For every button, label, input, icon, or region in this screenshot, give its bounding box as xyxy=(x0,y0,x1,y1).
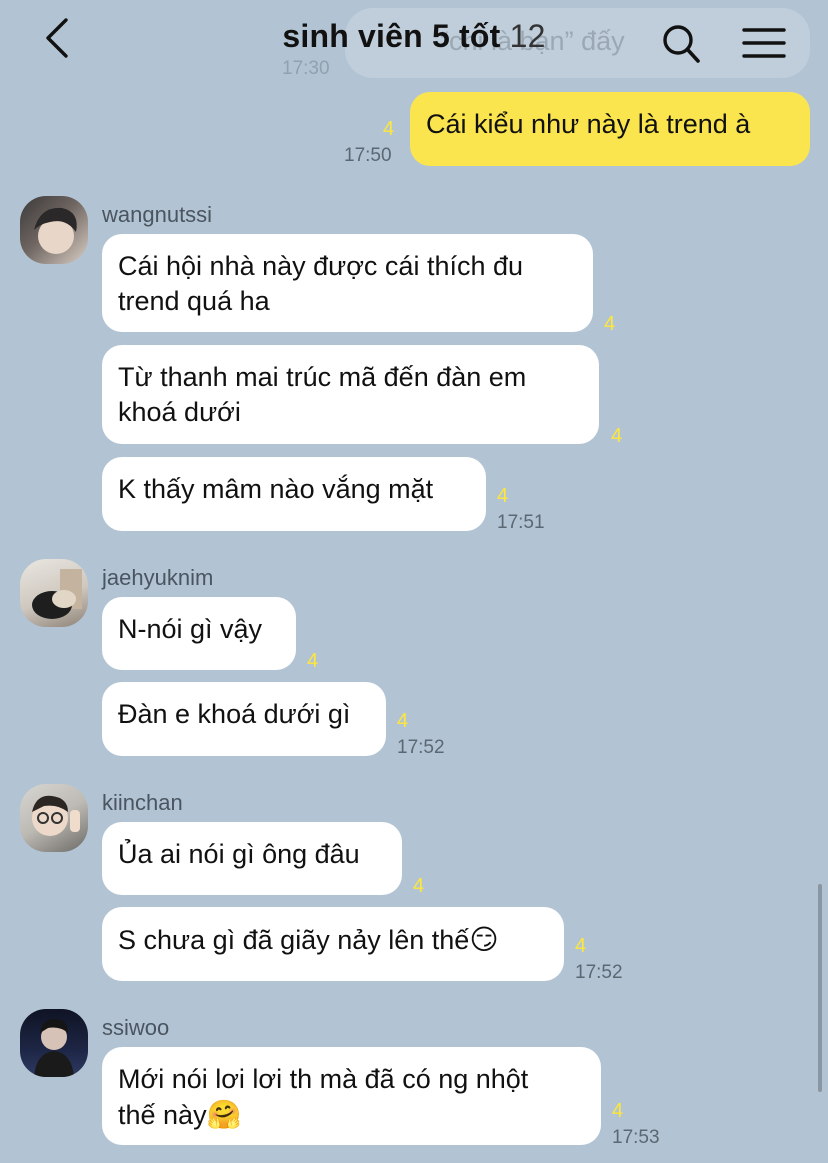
message-line: Mới nói lơi lơi th mà đã có ng nhột xyxy=(118,1064,529,1094)
message-text: Đàn e khoá dưới gì xyxy=(118,699,351,729)
message-bubble[interactable]: Đàn e khoá dưới gì xyxy=(102,682,386,756)
smirk-emoji: 😏 xyxy=(469,924,499,955)
message-bubble[interactable]: Từ thanh mai trúc mã đến đàn em khoá dướ… xyxy=(102,345,599,444)
avatar-kiinchan[interactable] xyxy=(20,784,88,852)
message-time: 17:51 xyxy=(497,512,545,533)
unread-count: 4 xyxy=(604,313,616,335)
message-line: trend quá ha xyxy=(118,286,270,316)
unread-count: 4 xyxy=(497,485,509,507)
chat-title: sinh viên 5 tốt 12 xyxy=(0,18,828,55)
message-text: Ủa ai nói gì ông đâu xyxy=(118,839,360,869)
menu-icon xyxy=(742,28,786,58)
menu-button[interactable] xyxy=(742,26,786,60)
avatar-image xyxy=(34,207,77,254)
message-line-text: thế này xyxy=(118,1100,207,1130)
avatar-jaehyuknim[interactable] xyxy=(20,559,88,627)
avatar-image xyxy=(32,795,80,836)
message-line: khoá dưới xyxy=(118,397,241,427)
message-time: 17:52 xyxy=(575,962,623,983)
message-bubble[interactable]: N-nói gì vậy xyxy=(102,597,296,670)
avatar-ssiwoo[interactable] xyxy=(20,1009,88,1077)
unread-count: 4 xyxy=(413,875,425,897)
sender-name: ssiwoo xyxy=(102,1015,170,1040)
message-text: S chưa gì đã giãy nảy lên thế xyxy=(118,925,470,955)
hugging-emoji: 🤗 xyxy=(206,1099,242,1130)
message-bubble[interactable]: S chưa gì đã giãy nảy lên thế😏 xyxy=(102,907,564,981)
message-line: Cái hội nhà này được cái thích đu xyxy=(118,251,524,281)
avatar-image xyxy=(32,569,82,619)
unread-count: 4 xyxy=(611,425,623,447)
unread-count: 4 xyxy=(575,935,587,957)
message-text: K thấy mâm nào vắng mặt xyxy=(118,474,434,504)
message-text: N-nói gì vậy xyxy=(118,614,263,644)
sender-name: wangnutssi xyxy=(102,202,213,227)
message-bubble[interactable]: Cái hội nhà này được cái thích đu trend … xyxy=(102,234,593,332)
scrollbar[interactable] xyxy=(818,884,822,1092)
search-icon xyxy=(663,25,700,63)
message-bubble[interactable]: Ủa ai nói gì ông đâu xyxy=(102,822,402,895)
message-time: 17:53 xyxy=(612,1127,660,1148)
my-message-bubble[interactable]: Cái kiểu như này là trend à xyxy=(410,92,810,166)
search-button[interactable] xyxy=(660,22,702,66)
avatar-wangnutssi[interactable] xyxy=(20,196,88,264)
unread-count: 4 xyxy=(383,118,395,140)
unread-count: 4 xyxy=(307,650,319,672)
message-bubble[interactable]: Mới nói lơi lơi th mà đã có ng nhột thế … xyxy=(102,1047,601,1145)
message-line: Từ thanh mai trúc mã đến đàn em xyxy=(118,362,527,392)
member-count: 12 xyxy=(509,18,546,54)
unread-count: 4 xyxy=(397,710,409,732)
chat-name: sinh viên 5 tốt xyxy=(282,18,501,54)
message-time: 17:52 xyxy=(397,737,445,758)
sender-name: jaehyuknim xyxy=(102,565,214,590)
previous-message-time: 17:30 xyxy=(282,58,330,79)
message-text: Cái kiểu như này là trend à xyxy=(426,109,751,139)
sender-name: kiinchan xyxy=(102,790,183,815)
message-time: 17:50 xyxy=(344,145,392,166)
message-line: thế này🤗 xyxy=(118,1097,585,1133)
avatar-image xyxy=(34,1019,74,1077)
unread-count: 4 xyxy=(612,1100,624,1122)
message-bubble[interactable]: K thấy mâm nào vắng mặt xyxy=(102,457,486,531)
